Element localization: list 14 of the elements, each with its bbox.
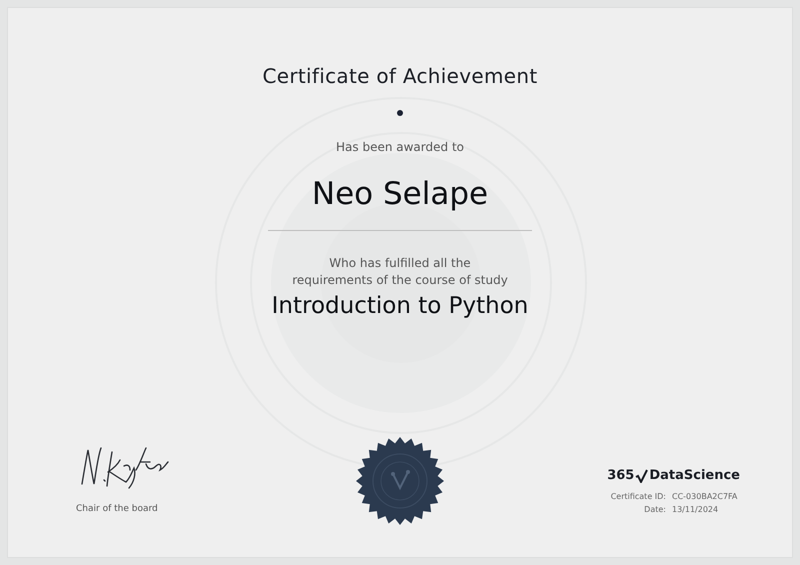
course-title: Introduction to Python <box>272 293 528 319</box>
detail-label: Certificate ID: <box>610 492 666 501</box>
detail-value: 13/11/2024 <box>672 505 720 514</box>
detail-value: CC-030BA2C7FA <box>672 492 738 501</box>
award-intro: Has been awarded to <box>336 140 464 154</box>
certificate-title: Certificate of Achievement <box>262 64 538 88</box>
signatory-role: Chair of the board <box>75 504 158 514</box>
detail-label: Date: <box>644 505 666 514</box>
recipient-name: Neo Selape <box>312 176 488 212</box>
statement-line: requirements of the course of study <box>292 272 508 289</box>
dot-icon <box>397 110 403 116</box>
brand-number: 365 <box>607 468 634 483</box>
brand-name: DataScience <box>649 468 740 483</box>
statement-line: Who has fulfilled all the <box>328 255 472 272</box>
